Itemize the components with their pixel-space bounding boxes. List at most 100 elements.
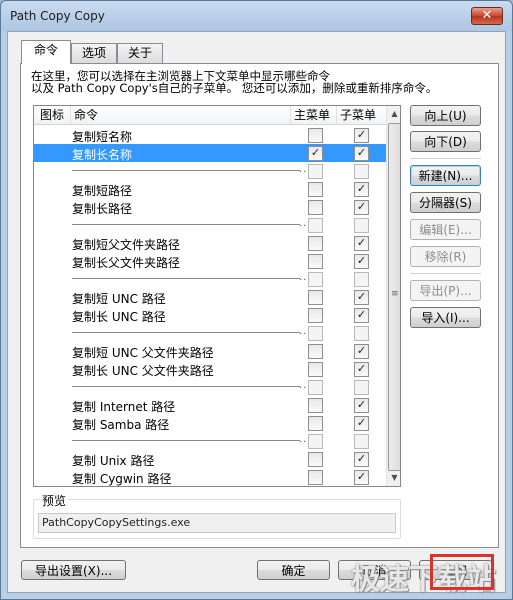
separator-line: [72, 278, 300, 279]
tab-options[interactable]: 选项: [71, 43, 117, 63]
list-item[interactable]: 复制长 UNC 父文件夹路径 ✓: [34, 360, 386, 378]
list-item[interactable]: 复制长路径 ✓: [34, 198, 386, 216]
main-menu-checkbox[interactable]: [308, 398, 323, 413]
edit-button[interactable]: 编辑(E)...: [410, 219, 481, 240]
column-header-submenu[interactable]: 子菜单: [340, 106, 386, 124]
main-menu-checkbox[interactable]: [308, 182, 323, 197]
submenu-checkbox[interactable]: ✓: [354, 470, 369, 485]
main-menu-checkbox[interactable]: [308, 380, 323, 395]
list-item[interactable]: 复制长父文件夹路径 ✓: [34, 252, 386, 270]
main-menu-checkbox[interactable]: [308, 416, 323, 431]
check-icon: ✓: [356, 290, 367, 303]
separator-row[interactable]: ...: [34, 270, 386, 288]
main-menu-checkbox[interactable]: [308, 344, 323, 359]
main-menu-checkbox[interactable]: [308, 272, 323, 287]
main-menu-checkbox[interactable]: [308, 452, 323, 467]
submenu-checkbox[interactable]: ✓: [354, 290, 369, 305]
list-item[interactable]: 复制短路径 ✓: [34, 180, 386, 198]
main-menu-checkbox[interactable]: [308, 290, 323, 305]
main-menu-checkbox[interactable]: [308, 128, 323, 143]
list-item-label: 复制短路径: [72, 184, 133, 198]
main-menu-checkbox[interactable]: [308, 362, 323, 377]
list-item[interactable]: 复制长 UNC 路径 ✓: [34, 306, 386, 324]
list-item[interactable]: 复制 Unix 路径 ✓: [34, 450, 386, 468]
submenu-checkbox[interactable]: ✓: [354, 182, 369, 197]
list-item-label: 复制长 UNC 路径: [72, 310, 166, 324]
list-item[interactable]: 复制长名称 ✓ ✓: [34, 144, 386, 162]
description-line-2: 以及 Path Copy Copy's自己的子菜单。 您还可以添加，删除或重新排…: [31, 81, 438, 95]
main-menu-checkbox[interactable]: [308, 308, 323, 323]
list-item-label: 复制短父文件夹路径: [72, 238, 181, 252]
column-header-icon[interactable]: 图标: [40, 106, 71, 124]
remove-button[interactable]: 移除(R): [410, 246, 481, 267]
submenu-checkbox[interactable]: ✓: [354, 398, 369, 413]
submenu-checkbox[interactable]: ✓: [354, 146, 369, 161]
import-button[interactable]: 导入(I)...: [410, 307, 481, 328]
export-button[interactable]: 导出(P)...: [410, 280, 481, 301]
check-icon: ✓: [356, 452, 367, 465]
list-item[interactable]: 复制 Samba 路径 ✓: [34, 414, 386, 432]
submenu-checkbox[interactable]: ✓: [354, 236, 369, 251]
separator-row[interactable]: ...: [34, 324, 386, 342]
separator-line: [72, 440, 300, 441]
separator-row[interactable]: ...: [34, 216, 386, 234]
close-button[interactable]: ✕: [471, 7, 503, 25]
main-menu-checkbox[interactable]: [308, 326, 323, 341]
window-title: Path Copy Copy: [10, 9, 105, 23]
main-menu-checkbox[interactable]: [308, 218, 323, 233]
submenu-checkbox[interactable]: ✓: [354, 452, 369, 467]
submenu-checkbox[interactable]: [354, 218, 369, 233]
scrollbar-thumb[interactable]: ≡: [388, 123, 400, 471]
main-menu-checkbox[interactable]: ✓: [308, 146, 323, 161]
submenu-checkbox[interactable]: ✓: [354, 344, 369, 359]
separator-row[interactable]: ...: [34, 162, 386, 180]
tab-about[interactable]: 关于: [117, 43, 163, 63]
submenu-checkbox[interactable]: [354, 380, 369, 395]
submenu-checkbox[interactable]: [354, 326, 369, 341]
submenu-checkbox[interactable]: [354, 272, 369, 287]
scroll-down-arrow-icon[interactable]: ▼: [389, 471, 400, 485]
list-item[interactable]: 复制 Internet 路径 ✓: [34, 396, 386, 414]
main-menu-checkbox[interactable]: [308, 236, 323, 251]
grip-icon: ≡: [391, 289, 399, 299]
tab-commands[interactable]: 命令: [21, 40, 71, 64]
ok-button[interactable]: 确定: [257, 560, 330, 580]
export-settings-button[interactable]: 导出设置(X)...: [21, 560, 126, 580]
submenu-checkbox[interactable]: ✓: [354, 128, 369, 143]
column-header-command[interactable]: 命令: [74, 106, 291, 124]
vertical-scrollbar[interactable]: ▲ ≡ ▼: [386, 106, 400, 486]
list-item-label: 复制 Cygwin 路径: [72, 472, 172, 486]
submenu-checkbox[interactable]: [354, 164, 369, 179]
separator-button[interactable]: 分隔器(S): [410, 192, 481, 213]
check-icon: ✓: [356, 362, 367, 375]
list-item-label: 复制长路径: [72, 202, 133, 216]
separator-line: [72, 332, 300, 333]
main-menu-checkbox[interactable]: [308, 470, 323, 485]
main-menu-checkbox[interactable]: [308, 164, 323, 179]
list-item[interactable]: 复制短名称 ✓: [34, 126, 386, 144]
submenu-checkbox[interactable]: ✓: [354, 362, 369, 377]
scroll-up-arrow-icon[interactable]: ▲: [389, 107, 400, 121]
command-list[interactable]: 图标 命令 主菜单 子菜单 复制短名称 ✓ 复制长名称 ✓ ✓... 复制短路径 ✓ 复制长路…: [33, 105, 401, 487]
list-item[interactable]: 复制短 UNC 路径 ✓: [34, 288, 386, 306]
main-menu-checkbox[interactable]: [308, 200, 323, 215]
main-menu-checkbox[interactable]: [308, 434, 323, 449]
list-item[interactable]: 复制 Cygwin 路径 ✓: [34, 468, 386, 486]
column-header-main-menu[interactable]: 主菜单: [294, 106, 337, 124]
list-item[interactable]: 复制短 UNC 父文件夹路径 ✓: [34, 342, 386, 360]
submenu-checkbox[interactable]: ✓: [354, 416, 369, 431]
preview-label: 预览: [40, 492, 69, 509]
move-up-button[interactable]: 向上(U): [410, 105, 481, 126]
submenu-checkbox[interactable]: ✓: [354, 200, 369, 215]
new-button[interactable]: 新建(N)...: [410, 165, 481, 186]
submenu-checkbox[interactable]: ✓: [354, 308, 369, 323]
submenu-checkbox[interactable]: ✓: [354, 254, 369, 269]
check-icon: ✓: [356, 200, 367, 213]
move-down-button[interactable]: 向下(D): [410, 131, 481, 152]
main-menu-checkbox[interactable]: [308, 254, 323, 269]
separator-row[interactable]: ...: [34, 378, 386, 396]
submenu-checkbox[interactable]: [354, 434, 369, 449]
separator-row[interactable]: ...: [34, 432, 386, 450]
separator-line: [72, 386, 300, 387]
list-item[interactable]: 复制短父文件夹路径 ✓: [34, 234, 386, 252]
